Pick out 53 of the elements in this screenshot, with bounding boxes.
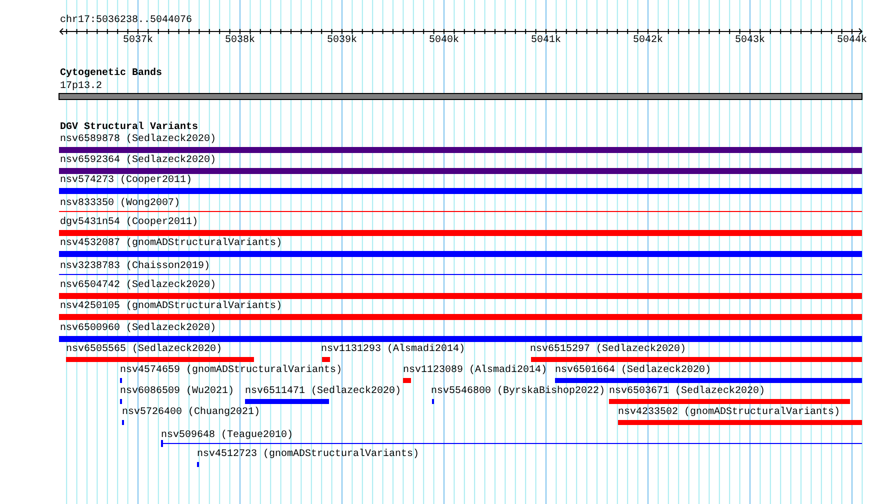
feature-label: dgv5431n54 (Cooper2011) [60, 217, 198, 228]
tick-label: 5044k [836, 35, 868, 46]
feature-label: nsv1131293 (Alsmadi2014) [321, 344, 466, 355]
feature-label: nsv6500960 (Sedlazeck2020) [60, 323, 216, 334]
feature-label: nsv3238783 (Chaisson2019) [60, 261, 210, 272]
feature-label: nsv6504742 (Sedlazeck2020) [60, 280, 216, 291]
variant-line[interactable] [161, 440, 862, 447]
feature-label: nsv6505565 (Sedlazeck2020) [66, 344, 222, 355]
tick-label: 5040k [428, 35, 460, 46]
locus-label: chr17:5036238..5044076 [60, 15, 192, 26]
feature-label: nsv833350 (Wong2007) [60, 198, 180, 209]
feature-label: nsv4532087 (gnomADStructuralVariants) [60, 238, 282, 249]
feature-label: nsv4574659 (gnomADStructuralVariants) [120, 365, 342, 376]
variant-bar[interactable] [66, 357, 254, 362]
feature-label: nsv5726400 (Chuang2021) [122, 407, 260, 418]
variant-bar[interactable] [59, 314, 862, 320]
variant-bar[interactable] [59, 336, 862, 342]
track-title: Cytogenetic Bands [60, 68, 162, 79]
variant-bar[interactable] [59, 251, 862, 257]
tick-label: 5042k [632, 35, 664, 46]
feature-label: nsv4250105 (gnomADStructuralVariants) [60, 301, 282, 312]
feature-label: nsv4512723 (gnomADStructuralVariants) [197, 449, 420, 460]
tick-label: 5043k [734, 35, 766, 46]
variant-bar[interactable] [609, 399, 850, 404]
feature-label: nsv1123089 (Alsmadi2014) [403, 365, 548, 376]
variant-bar[interactable] [618, 420, 862, 425]
variant-bar[interactable] [59, 188, 862, 194]
feature-label: nsv6086509 (Wu2021) [120, 386, 234, 397]
feature-label: nsv6515297 (Sedlazeck2020) [530, 344, 686, 355]
variant-bar[interactable] [59, 293, 862, 299]
feature-label: nsv509648 (Teague2010) [161, 430, 294, 441]
variant-bar[interactable] [59, 147, 862, 153]
band-label: 17p13.2 [60, 81, 102, 92]
variant-bar[interactable] [531, 357, 862, 362]
tick-label: 5037k [122, 35, 154, 46]
tick-label: 5038k [224, 35, 256, 46]
feature-label: nsv6589878 (Sedlazeck2020) [60, 134, 216, 145]
variant-bar[interactable] [59, 230, 862, 236]
feature-label: nsv6501664 (Sedlazeck2020) [555, 365, 712, 376]
variant-bar[interactable] [403, 378, 411, 383]
variant-bar[interactable] [555, 378, 862, 383]
feature-label: nsv4233502 (gnomADStructuralVariants) [618, 407, 840, 418]
feature-label: nsv6503671 (Sedlazeck2020) [609, 386, 766, 397]
variant-bar[interactable] [322, 357, 330, 362]
feature-label: nsv6592364 (Sedlazeck2020) [60, 155, 216, 166]
tick-label: 5041k [530, 35, 562, 46]
feature-label: nsv6511471 (Sedlazeck2020) [245, 386, 402, 397]
variant-bar[interactable] [59, 168, 862, 174]
feature-label: nsv574273 (Cooper2011) [60, 175, 192, 186]
feature-label: nsv5546800 (ByrskaBishop2022) [431, 386, 606, 397]
variant-bar[interactable] [245, 399, 329, 404]
tick-label: 5039k [326, 35, 358, 46]
track-title: DGV Structural Variants [60, 122, 198, 133]
